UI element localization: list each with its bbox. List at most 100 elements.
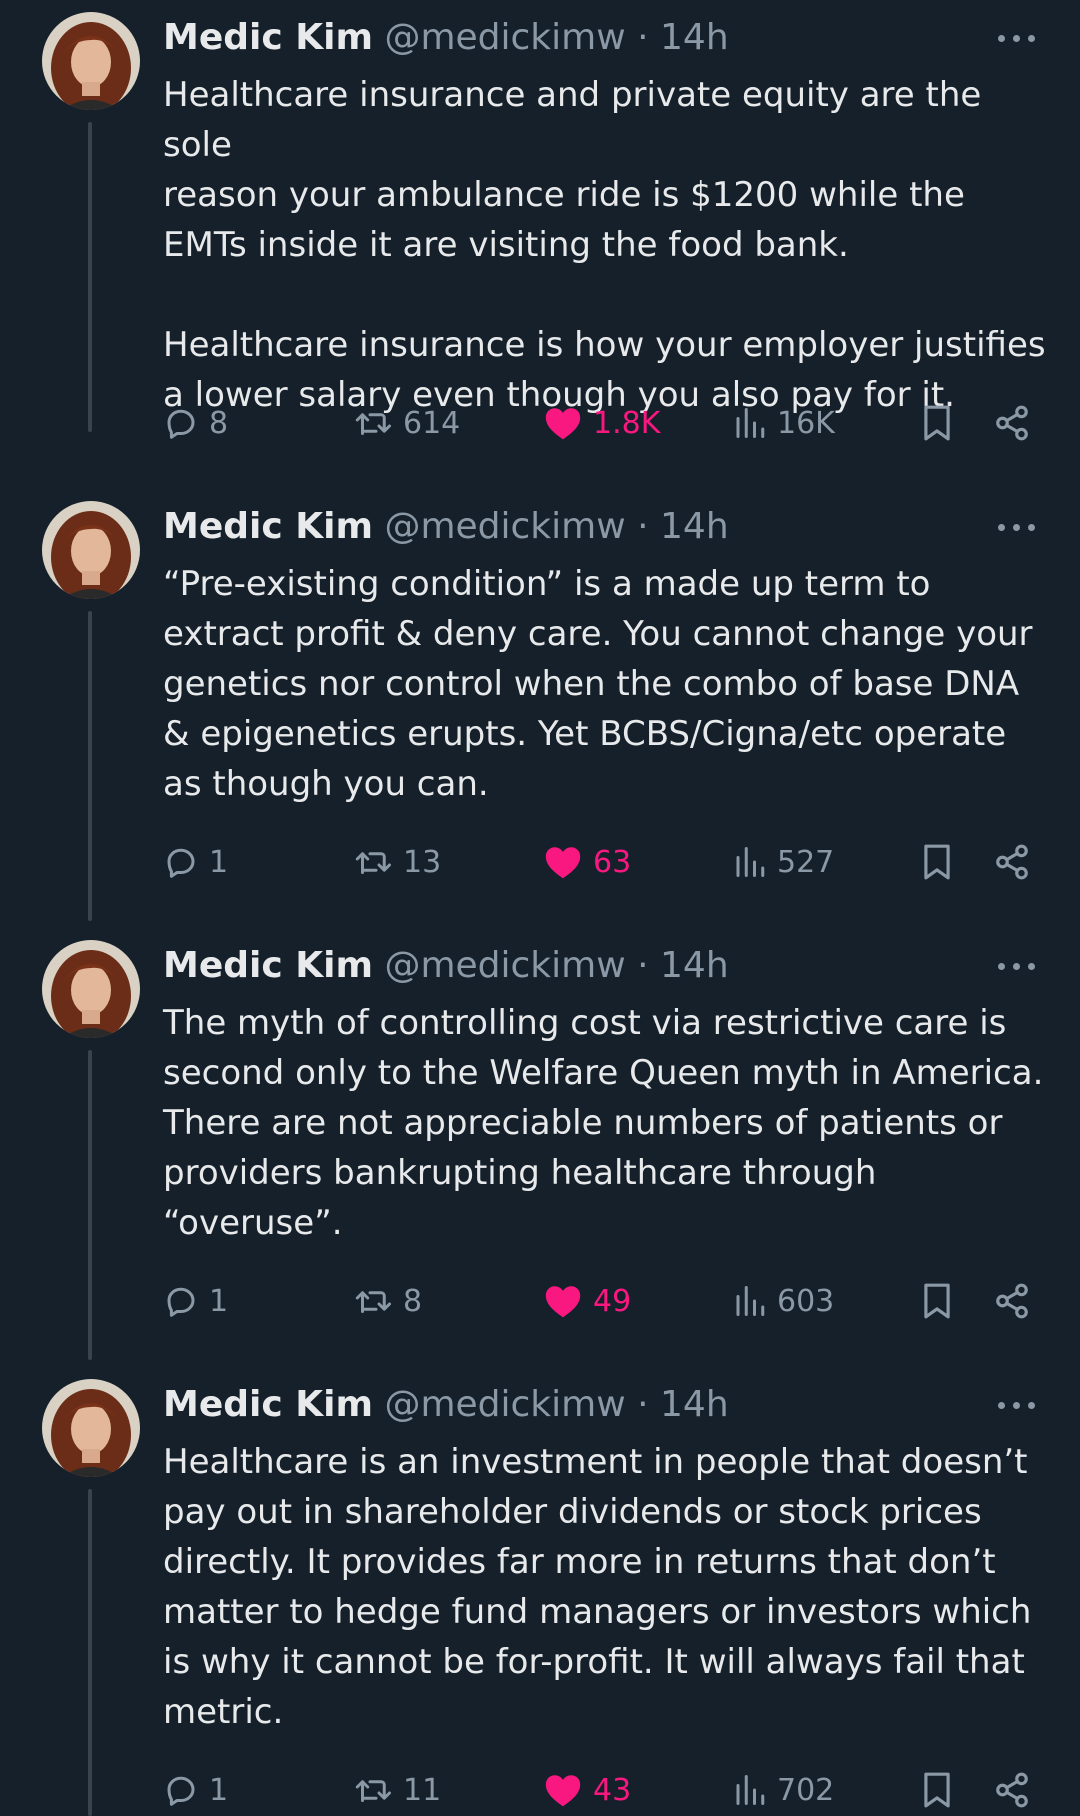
bookmark-icon (924, 844, 950, 880)
retweet-count: 614 (403, 405, 461, 441)
heart-icon (545, 408, 581, 440)
like-button[interactable]: 43 (543, 1765, 631, 1815)
reply-count: 1 (209, 1772, 229, 1808)
reply-icon (167, 409, 195, 439)
user-handle[interactable]: @medickimw (384, 1384, 625, 1425)
reply-count: 8 (209, 405, 229, 441)
views-icon (736, 847, 765, 877)
separator-dot: · (637, 945, 649, 986)
timestamp[interactable]: 14h (660, 1384, 729, 1425)
display-name[interactable]: Medic Kim (163, 506, 373, 547)
thread-line (88, 122, 92, 432)
reply-button[interactable]: 1 (163, 1765, 228, 1815)
thread-line (88, 611, 92, 921)
thread-line (88, 1050, 92, 1360)
views-icon (736, 408, 765, 438)
timestamp[interactable]: 14h (660, 506, 729, 547)
tweet-header: Medic Kim @medickimw · 14h (163, 14, 729, 62)
bookmark-icon (924, 1283, 950, 1319)
views-count: 603 (777, 1283, 835, 1319)
heart-icon (545, 1775, 581, 1807)
thread-line (88, 1489, 92, 1816)
display-name[interactable]: Medic Kim (163, 945, 373, 986)
retweet-button[interactable]: 11 (353, 1765, 441, 1815)
share-button[interactable] (993, 1765, 1031, 1815)
timestamp[interactable]: 14h (660, 17, 729, 58)
like-count: 1.8K (593, 405, 661, 441)
share-button[interactable] (993, 1276, 1031, 1326)
separator-dot: · (637, 506, 649, 547)
views-button[interactable]: 702 (733, 1765, 834, 1815)
tweet-text: “Pre-existing condition” is a made up te… (163, 564, 1033, 804)
share-button[interactable] (993, 837, 1031, 887)
more-icon[interactable] (998, 30, 1036, 46)
tweet-text: The myth of controlling cost via restric… (163, 1003, 1044, 1243)
share-icon (996, 844, 1028, 880)
display-name[interactable]: Medic Kim (163, 1384, 373, 1425)
tweet-header: Medic Kim @medickimw · 14h (163, 942, 729, 990)
retweet-icon (355, 1291, 391, 1313)
more-icon[interactable] (998, 1397, 1036, 1413)
retweet-count: 11 (403, 1772, 442, 1808)
retweet-button[interactable]: 8 (353, 1276, 422, 1326)
share-icon (996, 1283, 1028, 1319)
bookmark-button[interactable] (921, 1276, 953, 1326)
tweet-text: Healthcare insurance and private equity … (163, 75, 1046, 415)
user-handle[interactable]: @medickimw (384, 945, 625, 986)
retweet-button[interactable]: 614 (353, 398, 460, 448)
views-button[interactable]: 16K (733, 398, 835, 448)
action-bar: 1 13 63 527 (163, 837, 1043, 887)
tweet-text: Healthcare is an investment in people th… (163, 1442, 1032, 1732)
user-handle[interactable]: @medickimw (384, 17, 625, 58)
views-count: 16K (777, 405, 835, 441)
views-button[interactable]: 603 (733, 1276, 834, 1326)
tweet-header: Medic Kim @medickimw · 14h (163, 1381, 729, 1429)
like-button[interactable]: 1.8K (543, 398, 660, 448)
retweet-count: 13 (403, 844, 442, 880)
retweet-count: 8 (403, 1283, 423, 1319)
retweet-button[interactable]: 13 (353, 837, 441, 887)
like-button[interactable]: 63 (543, 837, 631, 887)
avatar[interactable] (42, 12, 140, 110)
action-bar: 1 11 43 702 (163, 1765, 1043, 1815)
tweet[interactable]: Medic Kim @medickimw · 14h The myth of c… (0, 928, 1080, 1368)
reply-count: 1 (209, 1283, 229, 1319)
reply-icon (167, 1776, 195, 1806)
heart-icon (545, 1286, 581, 1318)
bookmark-button[interactable] (921, 398, 953, 448)
action-bar: 1 8 49 603 (163, 1276, 1043, 1326)
share-icon (996, 1772, 1028, 1808)
timestamp[interactable]: 14h (660, 945, 729, 986)
display-name[interactable]: Medic Kim (163, 17, 373, 58)
tweet[interactable]: Medic Kim @medickimw · 14h Healthcare is… (0, 1367, 1080, 1816)
more-icon[interactable] (998, 958, 1036, 974)
views-button[interactable]: 527 (733, 837, 834, 887)
user-handle[interactable]: @medickimw (384, 506, 625, 547)
like-count: 63 (593, 844, 632, 880)
reply-icon (167, 848, 195, 878)
like-count: 43 (593, 1772, 632, 1808)
avatar[interactable] (42, 501, 140, 599)
views-count: 702 (777, 1772, 835, 1808)
like-button[interactable]: 49 (543, 1276, 631, 1326)
avatar[interactable] (42, 940, 140, 1038)
more-icon[interactable] (998, 519, 1036, 535)
like-count: 49 (593, 1283, 632, 1319)
tweet-header: Medic Kim @medickimw · 14h (163, 503, 729, 551)
bookmark-button[interactable] (921, 837, 953, 887)
reply-button[interactable]: 8 (163, 398, 228, 448)
retweet-icon (355, 852, 391, 874)
tweet[interactable]: Medic Kim @medickimw · 14h “Pre-existing… (0, 489, 1080, 929)
share-button[interactable] (993, 398, 1031, 448)
views-count: 527 (777, 844, 835, 880)
reply-icon (167, 1287, 195, 1317)
views-icon (736, 1775, 765, 1805)
reply-button[interactable]: 1 (163, 1276, 228, 1326)
heart-icon (545, 847, 581, 879)
reply-count: 1 (209, 844, 229, 880)
avatar[interactable] (42, 1379, 140, 1477)
bookmark-button[interactable] (921, 1765, 953, 1815)
reply-button[interactable]: 1 (163, 837, 228, 887)
tweet[interactable]: Medic Kim @medickimw · 14h Healthcare in… (0, 0, 1080, 441)
separator-dot: · (637, 17, 649, 58)
